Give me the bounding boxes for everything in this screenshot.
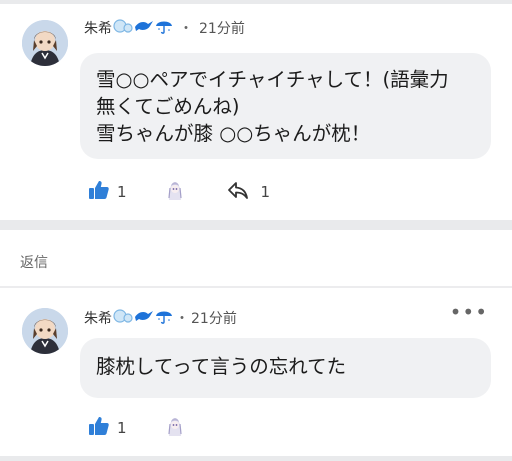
comment-bubble: 膝枕してって言うの忘れてた bbox=[80, 338, 491, 398]
avatar[interactable] bbox=[22, 308, 68, 354]
comment-bubble: 雪○○ペアでイチャイチャして！(語彙力 無くてごめんね) 雪ちゃんが膝 ○○ちゃ… bbox=[80, 53, 491, 159]
like-count: 1 bbox=[117, 419, 127, 437]
section-divider bbox=[0, 220, 512, 230]
reply-comment: 朱希 ・ 21分前 ••• 膝枕してって言うの忘れてた 1 bbox=[0, 288, 512, 461]
comment-meta: 朱希 ・ 21分前 bbox=[84, 308, 237, 328]
character-reaction-icon[interactable] bbox=[163, 414, 187, 442]
umbrella-badge-icon bbox=[155, 308, 173, 328]
more-options-icon[interactable]: ••• bbox=[450, 300, 488, 324]
comment: 朱希 ・ 21分前 雪○○ペアでイチャイチャして！(語彙力 無くてごめんね) 雪… bbox=[0, 0, 512, 220]
bubble-badge-icon bbox=[113, 18, 133, 38]
bubble-badge-icon bbox=[113, 308, 133, 328]
bird-badge-icon bbox=[134, 18, 154, 38]
bird-badge-icon bbox=[134, 308, 154, 328]
timestamp: 21分前 bbox=[199, 21, 245, 37]
reply-count: 1 bbox=[260, 183, 271, 201]
comment-actions: 1 1 bbox=[88, 178, 270, 206]
reply-icon[interactable] bbox=[227, 180, 249, 204]
separator-dot: ・ bbox=[175, 311, 189, 327]
bottom-divider bbox=[0, 456, 512, 461]
timestamp: 21分前 bbox=[191, 311, 237, 327]
character-reaction-icon[interactable] bbox=[163, 178, 187, 206]
comment-actions: 1 bbox=[88, 414, 187, 442]
umbrella-badge-icon bbox=[155, 18, 173, 38]
username[interactable]: 朱希 bbox=[84, 308, 112, 328]
comment-meta: 朱希 ・ 21分前 bbox=[84, 18, 245, 38]
avatar[interactable] bbox=[22, 20, 68, 66]
thumbs-up-icon[interactable] bbox=[88, 179, 110, 205]
username[interactable]: 朱希 bbox=[84, 18, 112, 38]
like-count: 1 bbox=[117, 183, 127, 201]
separator-dot: ・ bbox=[179, 21, 193, 37]
reply-section-label: 返信 bbox=[20, 255, 48, 271]
thumbs-up-icon[interactable] bbox=[88, 415, 110, 441]
